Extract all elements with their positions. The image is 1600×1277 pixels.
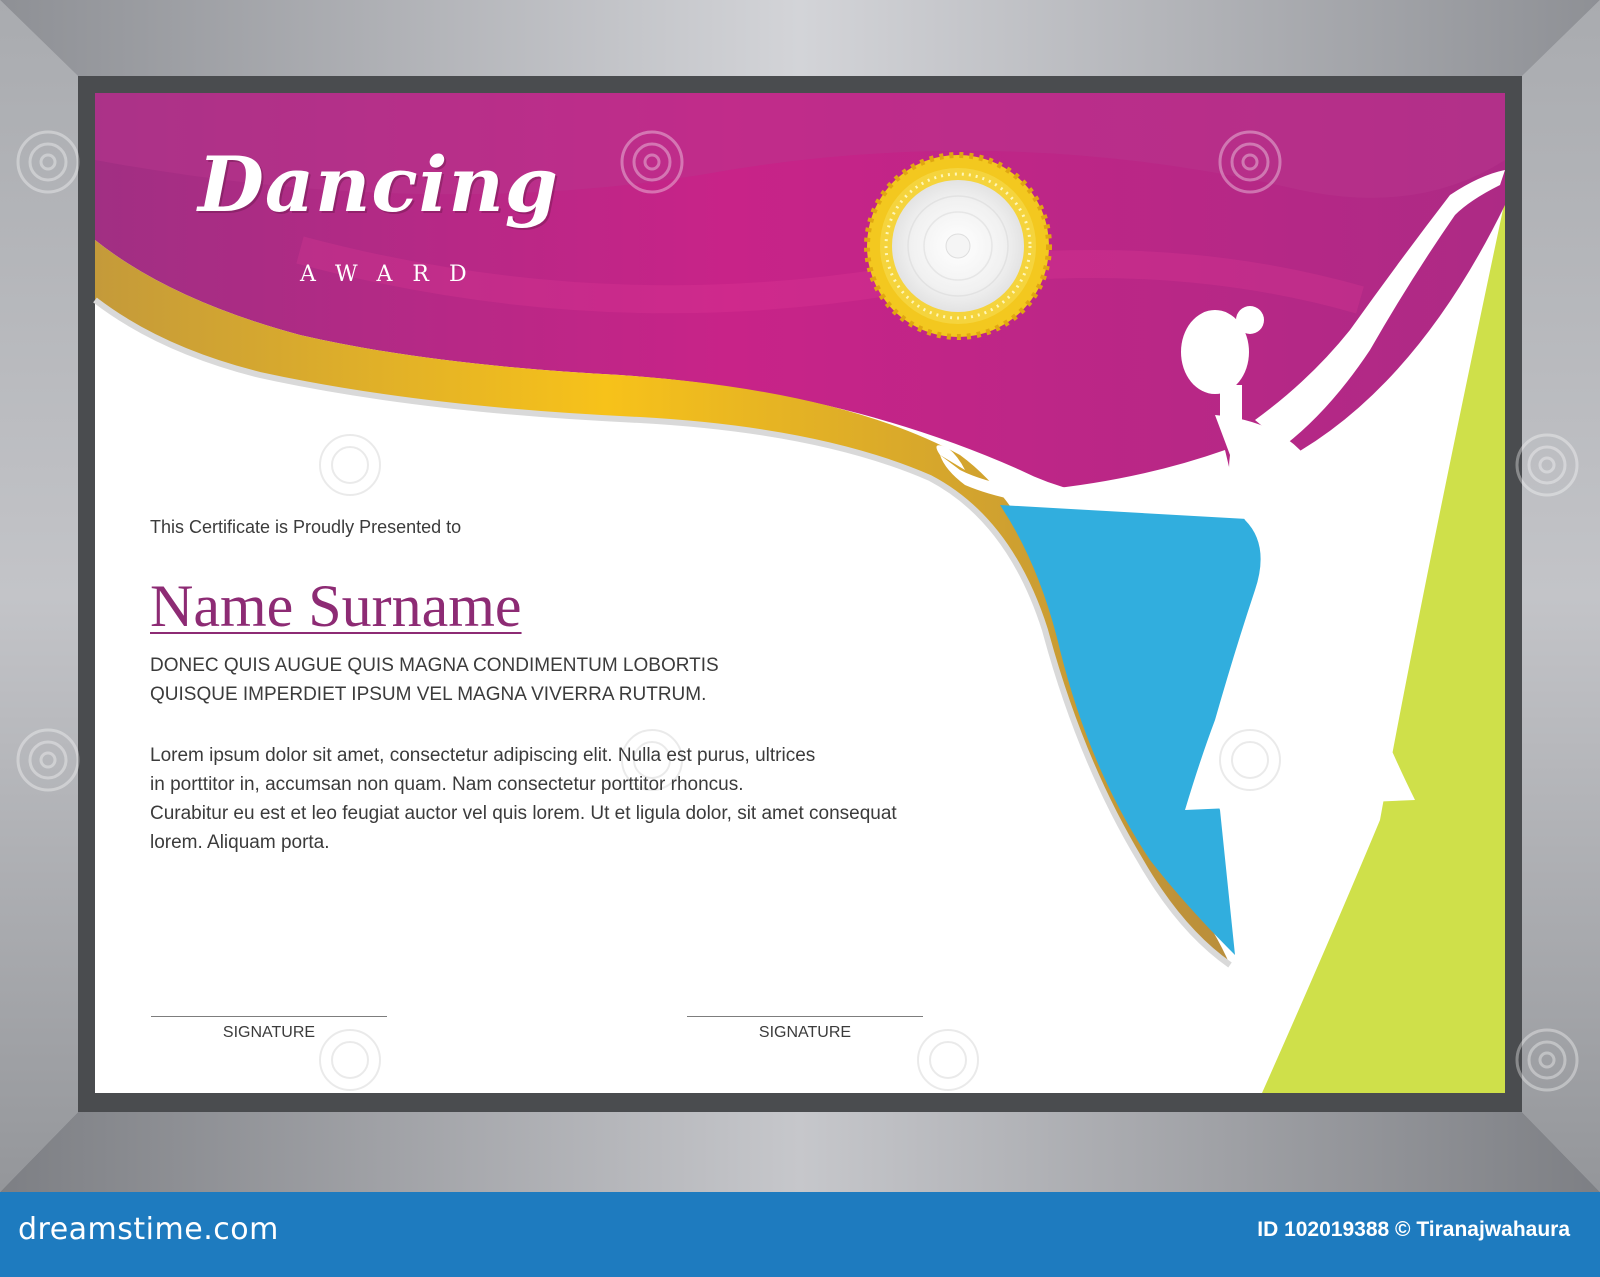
body-text-line: in porttitor in, accumsan non quam. Nam … bbox=[150, 774, 744, 795]
signature-label-right: SIGNATURE bbox=[758, 1024, 852, 1041]
watermark-footer-bar: dreamstime.com ID 102019388 © Tiranajwah… bbox=[0, 1192, 1600, 1277]
recipient-name: Name Surname bbox=[150, 573, 522, 639]
presented-to-text: This Certificate is Proudly Presented to bbox=[150, 517, 462, 537]
signature-line-right bbox=[687, 1016, 923, 1017]
signature-line-left bbox=[151, 1016, 387, 1017]
award-title: Dancing bbox=[198, 140, 559, 229]
watermark-credit: ID 102019388 © Tiranajwahaura bbox=[1257, 1218, 1570, 1241]
body-text-line: Lorem ipsum dolor sit amet, consectetur … bbox=[150, 745, 816, 766]
watermark-logo: dreamstime.com bbox=[18, 1212, 279, 1247]
signature-label-left: SIGNATURE bbox=[222, 1024, 316, 1041]
gold-rosette-seal-icon bbox=[864, 152, 1052, 340]
caps-text-line: QUISQUE IMPERDIET IPSUM VEL MAGNA VIVERR… bbox=[150, 684, 707, 705]
caps-text-line: DONEC QUIS AUGUE QUIS MAGNA CONDIMENTUM … bbox=[150, 655, 719, 676]
body-text-line: Curabitur eu est et leo feugiat auctor v… bbox=[150, 803, 897, 824]
certificate-page: Dancing AWARD This Certificate is Proudl… bbox=[0, 0, 1600, 1277]
body-text-line: lorem. Aliquam porta. bbox=[150, 832, 330, 853]
award-subtitle: AWARD bbox=[300, 262, 487, 287]
